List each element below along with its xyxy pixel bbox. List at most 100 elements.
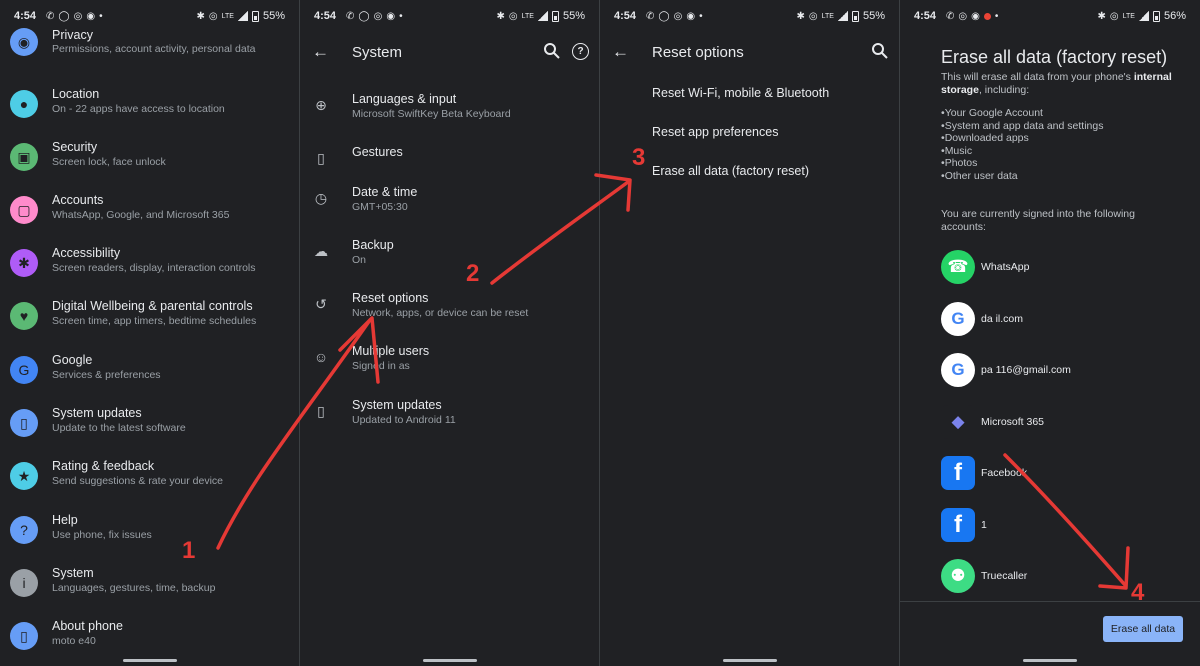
factory-reset-panel: 4:54 ✆ ◎ ◉ • ✱ ◎ LTE 56% Erase all data … bbox=[900, 0, 1200, 666]
more-dot-icon: • bbox=[399, 10, 403, 22]
battery-percent: 56% bbox=[1163, 10, 1186, 22]
signed-in-note: You are currently signed into the follow… bbox=[941, 208, 1135, 233]
settings-item-subtitle: WhatsApp, Google, and Microsoft 365 bbox=[52, 209, 230, 221]
data-saver-icon: ◎ bbox=[208, 10, 218, 22]
account-row: Gpa 116@gmail.com bbox=[941, 351, 1191, 391]
more-dot-icon: • bbox=[994, 10, 999, 22]
clock-icon: ◷ bbox=[314, 190, 328, 206]
page-title: Reset options bbox=[652, 44, 744, 61]
gesture-nav-pill[interactable] bbox=[422, 659, 477, 662]
phone-status-icon: ✆ bbox=[946, 10, 955, 22]
app-status-icon: ◉ bbox=[386, 10, 396, 22]
erase-list-item: Your Google Account bbox=[941, 107, 1103, 120]
account-name: 1 bbox=[981, 519, 987, 531]
help-icon[interactable]: ? bbox=[572, 43, 589, 60]
erase-list-item: Photos bbox=[941, 157, 1103, 170]
system-item-system-updates[interactable]: ▯ System updates Updated to Android 11 bbox=[300, 392, 599, 445]
app-status-icon: ◉ bbox=[686, 10, 696, 22]
accounts-icon: ▢ bbox=[10, 196, 38, 224]
settings-item-subtitle: Send suggestions & rate your device bbox=[52, 475, 224, 487]
reset-wifi-option[interactable]: Reset Wi-Fi, mobile & Bluetooth bbox=[652, 86, 829, 100]
data-saver-icon: ◎ bbox=[808, 10, 818, 22]
system-item-title: Gestures bbox=[352, 145, 403, 159]
erase-all-data-button[interactable]: Erase all data bbox=[1103, 616, 1183, 642]
back-arrow-icon[interactable]: ← bbox=[612, 42, 629, 62]
search-icon[interactable] bbox=[543, 42, 561, 60]
page-title: System bbox=[352, 44, 403, 61]
annotation-step-2: 2 bbox=[466, 260, 480, 287]
settings-item-title: Help bbox=[52, 513, 78, 527]
erase-description: This will erase all data from your phone… bbox=[941, 71, 1191, 96]
account-row: ◆ Microsoft 365 bbox=[941, 403, 1191, 443]
microsoft-365-logo: ◆ bbox=[941, 405, 975, 439]
app-bar: ← Reset options bbox=[600, 32, 899, 74]
status-bar: 4:54 ✆ ◎ ◉ • ✱ ◎ LTE 56% bbox=[900, 0, 1200, 32]
settings-item-google[interactable]: G Google Services & preferences bbox=[0, 347, 299, 400]
footer-divider bbox=[900, 601, 1200, 602]
settings-item-title: Accounts bbox=[52, 193, 104, 207]
phone-status-icon: ✆ bbox=[46, 10, 55, 22]
more-dot-icon: • bbox=[699, 10, 703, 22]
reset-options-panel: 4:54 ✆ ◯ ◎ ◉ • ✱ ◎ LTE 55% ← Reset optio… bbox=[600, 0, 899, 666]
erase-list-item: System and app data and settings bbox=[941, 120, 1104, 133]
gesture-nav-pill[interactable] bbox=[1023, 659, 1077, 662]
lte-icon: LTE bbox=[1122, 12, 1135, 20]
gesture-nav-pill[interactable] bbox=[722, 659, 777, 662]
system-item-backup[interactable]: ☁ Backup On bbox=[300, 232, 599, 285]
system-item-multiple-users[interactable]: ☺ Multiple users Signed in as bbox=[300, 338, 599, 391]
account-name: pa 116@gmail.com bbox=[981, 364, 1071, 376]
annotation-step-3: 3 bbox=[632, 144, 646, 171]
settings-item-rating-feedback[interactable]: ★ Rating & feedback Send suggestions & rat… bbox=[0, 453, 299, 506]
target-status-icon: ◎ bbox=[673, 10, 683, 22]
system-item-subtitle: Signed in as bbox=[352, 360, 410, 372]
search-icon[interactable] bbox=[871, 42, 889, 60]
settings-item-privacy[interactable]: ◉ Privacy Permissions, account activity, p… bbox=[0, 28, 299, 81]
target-status-icon: ◎ bbox=[373, 10, 383, 22]
user-icon: ☺ bbox=[313, 349, 329, 365]
google-icon: G bbox=[10, 356, 38, 384]
whatsapp-status-icon: ◯ bbox=[58, 10, 70, 22]
system-item-date-time[interactable]: ◷ Date & time GMT+05:30 bbox=[300, 179, 599, 232]
system-item-title: Languages & input bbox=[352, 92, 457, 106]
signal-icon bbox=[237, 11, 248, 21]
settings-item-title: Rating & feedback bbox=[52, 459, 155, 473]
settings-item-digital-wellbeing-parental-controls[interactable]: ♥ Digital Wellbeing & parental controls Sc… bbox=[0, 293, 299, 346]
whatsapp-status-icon: ◯ bbox=[358, 10, 370, 22]
wellbeing-icon: ♥ bbox=[10, 302, 38, 330]
settings-item-accounts[interactable]: ▢ Accounts WhatsApp, Google, and Microsoft… bbox=[0, 187, 299, 240]
bluetooth-icon: ✱ bbox=[496, 10, 505, 22]
system-item-title: Date & time bbox=[352, 185, 418, 199]
android-logo: ⚉ bbox=[941, 559, 975, 593]
settings-item-location[interactable]: ● Location On - 22 apps have access to loc… bbox=[0, 81, 299, 134]
system-update-icon: ▯ bbox=[10, 409, 38, 437]
gesture-nav-pill[interactable] bbox=[122, 659, 177, 662]
account-row: f Facebook bbox=[941, 454, 1191, 494]
phone-status-icon: ✆ bbox=[346, 10, 355, 22]
signal-icon bbox=[1138, 11, 1149, 21]
settings-item-accessibility[interactable]: ✱ Accessibility Screen readers, display, i… bbox=[0, 240, 299, 293]
erase-all-data-option[interactable]: Erase all data (factory reset) bbox=[652, 164, 809, 178]
feedback-icon: ★ bbox=[10, 462, 38, 490]
erase-list-item: Other user data bbox=[941, 170, 1103, 183]
settings-item-system-updates[interactable]: ▯ System updates Update to the latest soft… bbox=[0, 400, 299, 453]
reset-app-prefs-option[interactable]: Reset app preferences bbox=[652, 125, 778, 139]
annotation-step-4: 4 bbox=[1131, 579, 1145, 606]
system-item-subtitle: Updated to Android 11 bbox=[352, 414, 456, 426]
back-arrow-icon[interactable]: ← bbox=[312, 42, 329, 62]
system-item-reset-options[interactable]: ↺ Reset options Network, apps, or device c… bbox=[300, 285, 599, 338]
system-item-languages-input[interactable]: ⊕ Languages & input Microsoft SwiftKey Bet… bbox=[300, 86, 599, 139]
settings-item-security[interactable]: ▣ Security Screen lock, face unlock bbox=[0, 134, 299, 187]
account-name: Microsoft 365 bbox=[981, 416, 1045, 428]
settings-item-help[interactable]: ? Help Use phone, fix issues bbox=[0, 507, 299, 560]
system-item-subtitle: On bbox=[352, 254, 367, 266]
settings-item-title: System updates bbox=[52, 406, 142, 420]
account-row: ⚉ Truecaller bbox=[941, 557, 1191, 597]
lte-icon: LTE bbox=[221, 12, 234, 20]
settings-item-system[interactable]: i System Languages, gestures, time, backup bbox=[0, 560, 299, 613]
history-icon: ↺ bbox=[315, 296, 327, 312]
desc-text-end: , including: bbox=[978, 83, 1030, 96]
more-dot-icon: • bbox=[99, 10, 103, 22]
page-title: Erase all data (factory reset) bbox=[941, 47, 1168, 67]
settings-item-subtitle: Permissions, account activity, personal … bbox=[52, 43, 256, 55]
system-item-subtitle: Network, apps, or device can be reset bbox=[352, 307, 529, 319]
